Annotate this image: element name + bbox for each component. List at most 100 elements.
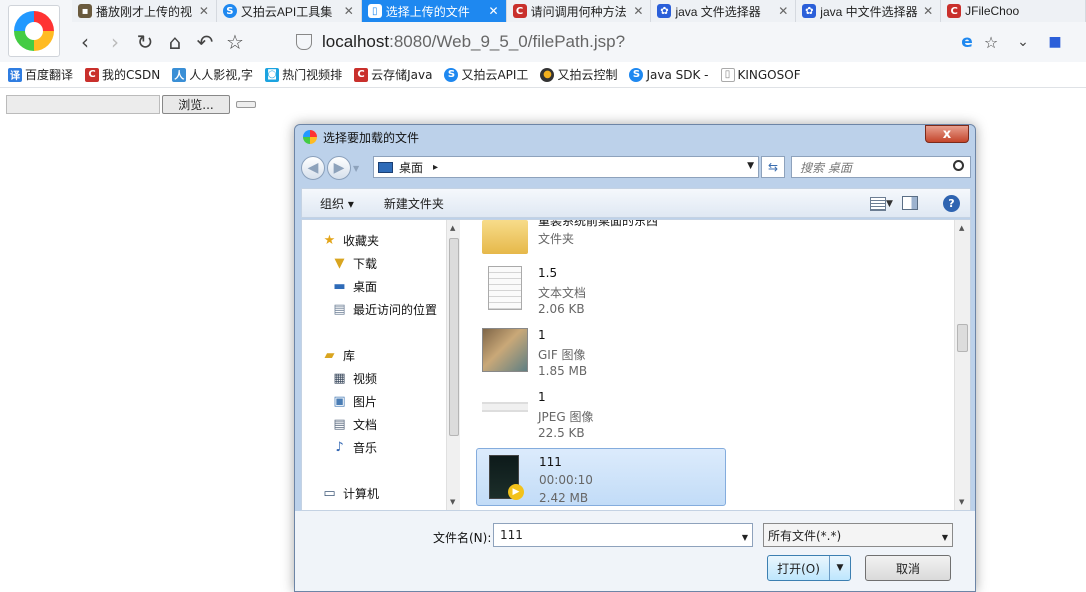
close-icon[interactable]: ✕ xyxy=(343,4,355,18)
nav-label: 文档 xyxy=(353,417,378,432)
close-icon[interactable]: ✕ xyxy=(777,4,789,18)
file-list: 重装系统前桌面的东西 文件夹 1.5 文本文档 2.06 KB 1 GIF 图像… xyxy=(462,220,952,510)
file-type-select[interactable]: 所有文件(*.*) ▼ xyxy=(763,523,953,547)
nav-pictures[interactable]: ▣ 图片 xyxy=(332,391,377,411)
bookmark-kingosoft[interactable]: ▯ KINGOSOF xyxy=(720,67,801,82)
new-folder-button[interactable]: 新建文件夹 xyxy=(384,195,444,212)
nav-label: 图片 xyxy=(353,394,378,409)
view-options-icon[interactable] xyxy=(870,197,886,211)
bookmark-hot-video[interactable]: ◙ 热门视频排 xyxy=(265,66,342,83)
nav-libraries[interactable]: ▰ 库 xyxy=(322,345,356,365)
nav-computer[interactable]: ▭ 计算机 xyxy=(322,483,379,503)
bookmark-label: 云存储Java xyxy=(371,68,433,82)
list-item[interactable]: ▶ 111 00:00:10 2.42 MB xyxy=(476,448,726,506)
chevron-right-icon[interactable]: ▸ xyxy=(433,162,438,173)
360-icon[interactable]: ■ xyxy=(1040,27,1070,57)
breadcrumb[interactable]: 桌面 ▸ ▼ xyxy=(373,156,759,178)
chevron-down-icon[interactable]: ▼ xyxy=(886,199,893,209)
search-input[interactable]: 搜索 桌面 xyxy=(791,156,971,178)
close-icon[interactable]: ✕ xyxy=(488,4,500,18)
forward-icon[interactable]: › xyxy=(100,27,130,57)
browse-button[interactable]: 浏览... xyxy=(162,95,230,114)
list-item[interactable]: 1.5 文本文档 2.06 KB xyxy=(476,260,726,318)
submit-button[interactable] xyxy=(236,101,256,108)
nav-scrollbar[interactable]: ▲ ▼ xyxy=(446,220,460,510)
file-name-field[interactable]: 111 ▼ xyxy=(493,523,753,547)
bookmark-upyun-api[interactable]: S 又拍云API工 xyxy=(444,66,528,83)
scroll-down-icon[interactable]: ▼ xyxy=(450,498,455,506)
close-icon[interactable]: ✕ xyxy=(198,4,210,18)
nav-favorites[interactable]: ★ 收藏夹 xyxy=(322,230,379,250)
close-button[interactable]: x xyxy=(925,125,969,143)
file-list-scrollbar[interactable]: ▲ ▼ xyxy=(954,220,970,510)
list-item[interactable]: 重装系统前桌面的东西 文件夹 xyxy=(476,220,726,264)
refresh-icon[interactable]: ↻ xyxy=(130,27,160,57)
tab-upyun-api[interactable]: S 又拍云API工具集 ✕ xyxy=(216,0,362,22)
nav-documents[interactable]: ▤ 文档 xyxy=(332,414,377,434)
bookmark-star-icon[interactable]: ☆ xyxy=(976,27,1006,57)
gif-thumbnail-icon xyxy=(482,328,528,372)
bookmark-upyun-console[interactable]: ● 又拍云控制 xyxy=(540,66,617,83)
cancel-button[interactable]: 取消 xyxy=(865,555,951,581)
file-path-input[interactable] xyxy=(6,95,160,114)
bookmark-label: 又拍云API工 xyxy=(461,68,529,82)
back-icon[interactable]: ◀ xyxy=(301,156,325,180)
address-bar[interactable]: localhost :8080/Web_9_5_0/filePath.jsp? xyxy=(296,27,986,57)
close-icon[interactable]: ✕ xyxy=(632,4,644,18)
bookmark-baidu-translate[interactable]: 译百度翻译 xyxy=(8,66,73,83)
scrollbar-thumb[interactable] xyxy=(957,324,968,352)
tab-title: java 文件选择器 xyxy=(675,4,761,19)
desktop-icon: ▬ xyxy=(333,278,346,294)
preview-pane-icon[interactable] xyxy=(902,196,918,210)
nav-videos[interactable]: ▦ 视频 xyxy=(332,368,377,388)
bookmark-java-sdk[interactable]: S Java SDK - xyxy=(629,67,709,82)
tab-java-file-chooser[interactable]: ✿ java 文件选择器 ✕ xyxy=(651,0,797,22)
dialog-titlebar[interactable]: 选择要加载的文件 xyxy=(295,125,975,149)
list-item[interactable]: 1 JPEG 图像 22.5 KB xyxy=(476,384,726,442)
browser-logo-icon[interactable] xyxy=(8,5,60,57)
open-button[interactable]: 打开(O) ▼ xyxy=(767,555,851,581)
tab-java-chinese-file-chooser[interactable]: ✿ java 中文件选择器 ✕ xyxy=(796,0,942,22)
bookmark-rrys[interactable]: 人人人影视,字 xyxy=(172,66,253,83)
bookmark-cloud-java[interactable]: C 云存储Java xyxy=(354,66,432,83)
home-icon[interactable]: ⌂ xyxy=(160,27,190,57)
close-icon[interactable]: ✕ xyxy=(922,4,934,18)
bookmark-my-csdn[interactable]: C 我的CSDN xyxy=(85,66,160,83)
tab-csdn-question[interactable]: C 请问调用何种方法 ✕ xyxy=(506,0,652,22)
chevron-down-icon[interactable]: ▼ xyxy=(942,533,948,542)
refresh-icon[interactable]: ⇆ xyxy=(761,156,785,178)
address-path: :8080/Web_9_5_0/filePath.jsp? xyxy=(389,32,626,51)
nav-downloads[interactable]: ▼ 下载 xyxy=(332,253,378,273)
nav-label: 计算机 xyxy=(343,486,380,501)
undo-close-icon[interactable]: ↶ xyxy=(190,27,220,57)
tab-select-upload-file[interactable]: ▯ 选择上传的文件 ✕ xyxy=(361,0,507,22)
nav-label: 桌面 xyxy=(353,279,378,294)
list-item[interactable]: 1 GIF 图像 1.85 MB xyxy=(476,322,726,380)
nav-recent-places[interactable]: ▤ 最近访问的位置 xyxy=(332,299,437,319)
upyun-icon: S xyxy=(222,4,237,18)
chevron-down-icon[interactable]: ▼ xyxy=(742,533,748,542)
chevron-down-icon[interactable]: ⌄ xyxy=(1008,27,1038,57)
scrollbar-thumb[interactable] xyxy=(449,238,459,436)
chevron-down-icon[interactable]: ▼ xyxy=(830,563,850,573)
navigation-pane: ★ 收藏夹 ▼ 下载 ▬ 桌面 ▤ 最近访问的位置 ▰ 库 ▦ 视频 ▣ 图片 ▤ 文档 ♪ 音乐… xyxy=(302,220,460,510)
organize-button[interactable]: 组织 ▾ xyxy=(320,195,354,212)
nav-desktop[interactable]: ▬ 桌面 xyxy=(332,276,377,296)
favorite-star-icon[interactable]: ☆ xyxy=(220,27,250,57)
nav-music[interactable]: ♪ 音乐 xyxy=(332,437,377,457)
file-duration: 00:00:10 xyxy=(539,473,593,487)
search-placeholder: 搜索 桌面 xyxy=(800,160,852,175)
file-name: 重装系统前桌面的东西 xyxy=(538,220,659,228)
help-icon[interactable]: ? xyxy=(943,195,960,212)
tab-jfilechooser[interactable]: C JFileChoo xyxy=(941,0,1086,22)
search-icon[interactable] xyxy=(953,160,964,171)
scroll-down-icon[interactable]: ▼ xyxy=(959,498,964,506)
chevron-down-icon[interactable]: ▼ xyxy=(747,161,754,171)
breadcrumb-desktop[interactable]: 桌面 xyxy=(399,159,423,176)
forward-icon[interactable]: ▶ xyxy=(327,156,351,180)
tab-play-video[interactable]: ▪ 播放刚才上传的视 ✕ xyxy=(72,0,217,22)
scroll-up-icon[interactable]: ▲ xyxy=(959,224,964,232)
back-icon[interactable]: ‹ xyxy=(70,27,100,57)
scroll-up-icon[interactable]: ▲ xyxy=(450,224,455,232)
history-dropdown-icon[interactable]: ▼ xyxy=(353,164,359,173)
